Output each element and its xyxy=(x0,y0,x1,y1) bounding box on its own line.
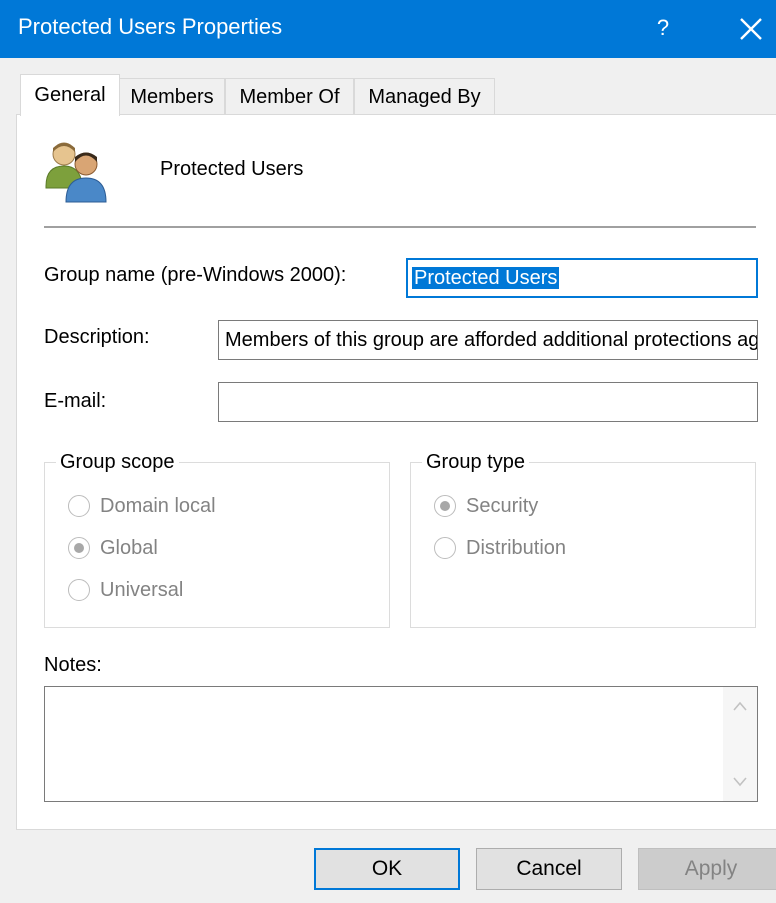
cancel-button[interactable]: Cancel xyxy=(476,848,622,890)
prewin-name-value: Protected Users xyxy=(412,267,560,289)
scroll-up-icon[interactable] xyxy=(733,701,747,711)
description-label: Description: xyxy=(44,326,150,348)
radio-circle xyxy=(68,579,90,601)
scroll-down-icon[interactable] xyxy=(733,777,747,787)
notes-field[interactable] xyxy=(44,686,758,802)
tab-managed-by[interactable]: Managed By xyxy=(354,78,495,114)
notes-label: Notes: xyxy=(44,654,102,676)
users-group-icon xyxy=(45,142,107,203)
radio-circle xyxy=(434,537,456,559)
email-label: E-mail: xyxy=(44,390,107,412)
scope-domain-local-label: Domain local xyxy=(100,495,216,517)
window-title: Protected Users Properties xyxy=(18,14,283,39)
tab-general[interactable]: General xyxy=(20,74,120,116)
radio-circle xyxy=(68,495,90,517)
tab-member-of[interactable]: Member Of xyxy=(225,78,354,114)
prewin-name-field[interactable]: Protected Users xyxy=(406,258,758,298)
close-icon xyxy=(740,18,762,40)
type-security-label: Security xyxy=(466,495,539,517)
title-bar: Protected Users Properties ? xyxy=(0,0,776,58)
email-field[interactable] xyxy=(218,382,758,422)
group-scope-box xyxy=(44,462,390,628)
scope-universal-label: Universal xyxy=(100,579,184,601)
group-type-box xyxy=(410,462,756,628)
group-name-heading: Protected Users xyxy=(160,158,304,180)
separator xyxy=(44,226,756,228)
apply-button[interactable]: Apply xyxy=(638,848,776,890)
prewin-name-label: Group name (pre-Windows 2000): xyxy=(44,264,347,286)
group-scope-legend: Group scope xyxy=(56,451,179,474)
type-distribution-label: Distribution xyxy=(466,537,567,559)
notes-scrollbar[interactable] xyxy=(723,687,757,801)
help-button[interactable]: ? xyxy=(640,0,686,58)
group-type-legend: Group type xyxy=(422,451,529,474)
close-button[interactable] xyxy=(720,0,776,58)
tab-members[interactable]: Members xyxy=(119,78,225,114)
radio-circle-checked xyxy=(434,495,456,517)
radio-circle-checked xyxy=(68,537,90,559)
description-field[interactable]: Members of this group are afforded addit… xyxy=(218,320,758,360)
ok-button[interactable]: OK xyxy=(314,848,460,890)
scope-global-label: Global xyxy=(100,537,158,559)
